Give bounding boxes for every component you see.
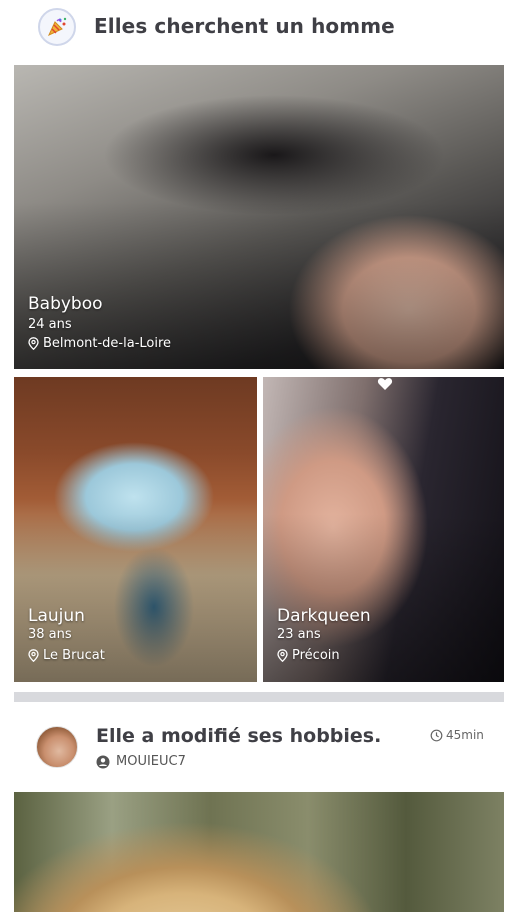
- avatar[interactable]: [36, 726, 78, 768]
- clock-icon: [430, 729, 443, 741]
- profile-card[interactable]: Darkqueen 23 ans Précoin: [263, 377, 504, 682]
- section-divider: [14, 692, 504, 702]
- profile-location: Le Brucat: [28, 648, 105, 663]
- section-title: Elles cherchent un homme: [94, 14, 395, 38]
- username-text: MOUIEUC7: [116, 754, 186, 769]
- profile-age: 23 ans: [277, 627, 321, 642]
- profile-photo: [14, 792, 504, 912]
- profile-name: Babyboo: [28, 294, 103, 314]
- activity-timestamp: 45min: [430, 728, 484, 742]
- activity-username[interactable]: MOUIEUC7: [96, 754, 186, 769]
- time-text: 45min: [446, 728, 484, 742]
- location-pin-icon: [28, 337, 39, 350]
- activity-title: Elle a modifié ses hobbies.: [96, 725, 382, 747]
- profile-card[interactable]: Babyboo 24 ans Belmont-de-la-Loire: [14, 65, 504, 369]
- location-pin-icon: [277, 649, 288, 662]
- profile-location: Belmont-de-la-Loire: [28, 336, 171, 351]
- party-popper-icon: [38, 8, 76, 46]
- profile-card[interactable]: Laujun 38 ans Le Brucat: [14, 377, 257, 682]
- heart-icon[interactable]: [377, 377, 393, 391]
- user-icon: [96, 755, 110, 768]
- profile-name: Darkqueen: [277, 606, 371, 626]
- profile-name: Laujun: [28, 606, 85, 626]
- activity-item[interactable]: Elle a modifié ses hobbies. 45min MOUIEU…: [0, 702, 520, 792]
- section-header: Elles cherchent un homme: [0, 0, 520, 62]
- profile-age: 24 ans: [28, 317, 72, 332]
- activity-photo[interactable]: [14, 792, 504, 912]
- location-pin-icon: [28, 649, 39, 662]
- profile-location: Précoin: [277, 648, 340, 663]
- location-text: Précoin: [292, 648, 340, 663]
- location-text: Belmont-de-la-Loire: [43, 336, 172, 351]
- profile-age: 38 ans: [28, 627, 72, 642]
- location-text: Le Brucat: [43, 648, 105, 663]
